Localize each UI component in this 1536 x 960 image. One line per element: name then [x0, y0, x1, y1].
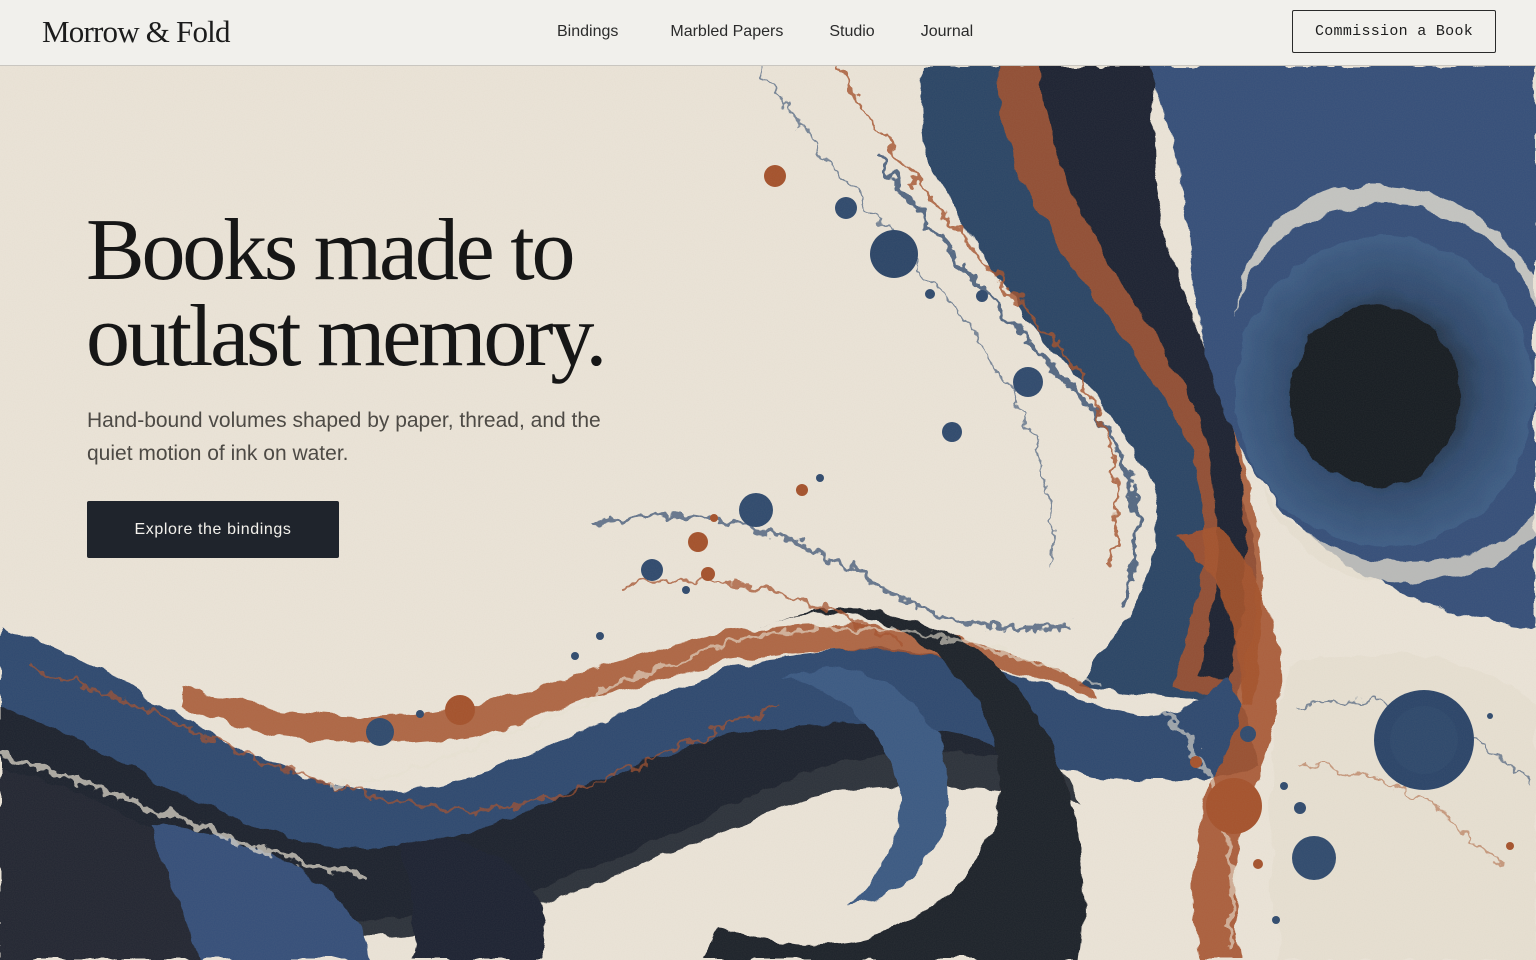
- hero-headline-line-2: outlast memory.: [86, 288, 607, 385]
- hero-section: Books made to outlast memory. Hand-bound…: [0, 66, 1536, 960]
- nav-link-journal[interactable]: Journal: [921, 23, 973, 41]
- hero-copy: Books made to outlast memory. Hand-bound…: [86, 202, 726, 558]
- landing-page: Morrow & Fold Bindings Marbled Papers St…: [0, 0, 1536, 960]
- site-header: Morrow & Fold Bindings Marbled Papers St…: [0, 0, 1536, 66]
- nav-link-studio[interactable]: Studio: [829, 23, 874, 41]
- main-nav: Bindings Marbled Papers Studio Journal: [557, 20, 973, 44]
- nav-link-bindings[interactable]: Bindings: [557, 23, 618, 41]
- brand-logo[interactable]: Morrow & Fold: [42, 12, 230, 52]
- nav-link-marbled-papers[interactable]: Marbled Papers: [670, 23, 783, 41]
- commission-book-button[interactable]: Commission a Book: [1292, 10, 1496, 53]
- hero-headline-line-1: Books made to: [86, 202, 576, 299]
- hero-headline: Books made to outlast memory.: [86, 202, 726, 385]
- explore-bindings-button[interactable]: Explore the bindings: [87, 501, 339, 558]
- hero-subtitle: Hand-bound volumes shaped by paper, thre…: [87, 409, 601, 465]
